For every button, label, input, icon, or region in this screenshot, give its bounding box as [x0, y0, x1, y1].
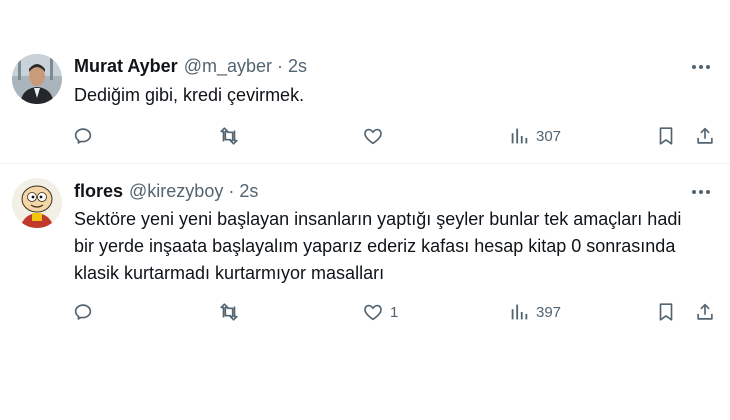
heart-icon	[362, 125, 384, 147]
like-button[interactable]: 1	[362, 300, 398, 324]
author-name[interactable]: Murat Ayber	[74, 56, 178, 77]
tweet-text: Dediğim gibi, kredi çevirmek.	[74, 82, 714, 109]
timestamp[interactable]: 2s	[239, 181, 258, 202]
author-name[interactable]: flores	[74, 181, 123, 202]
avatar[interactable]	[12, 178, 62, 228]
reply-button[interactable]	[72, 300, 100, 324]
views-icon	[508, 125, 530, 147]
reply-button[interactable]	[72, 124, 100, 148]
tweet-text-line: Dediğim gibi, kredi çevirmek.	[74, 85, 305, 105]
bookmark-button[interactable]	[655, 300, 677, 324]
share-button[interactable]	[694, 124, 716, 148]
share-icon	[694, 301, 716, 323]
bookmark-button[interactable]	[655, 124, 677, 148]
tweet-text: Sektöre yeni yeni başlayan insanların ya…	[74, 206, 714, 287]
reply-icon	[72, 125, 94, 147]
retweet-icon	[218, 301, 240, 323]
views-icon	[508, 301, 530, 323]
author-handle[interactable]: @m_ayber	[184, 56, 272, 77]
bookmark-icon	[655, 125, 677, 147]
tweet-text-line: bir yerde inşaata başlayalım yaparız ede…	[74, 236, 676, 256]
avatar[interactable]	[12, 54, 62, 104]
more-options-icon[interactable]	[690, 56, 712, 78]
heart-icon	[362, 301, 384, 323]
retweet-button[interactable]	[218, 300, 246, 324]
tweet[interactable]: flores @kirezyboy · 2s Sektöre yeni yeni…	[0, 164, 730, 340]
author-handle[interactable]: @kirezyboy	[129, 181, 223, 202]
like-button[interactable]	[362, 124, 390, 148]
views-count: 397	[536, 303, 562, 321]
tweet[interactable]: Murat Ayber @m_ayber · 2s Dediğim gibi, …	[0, 40, 730, 163]
share-button[interactable]	[694, 300, 716, 324]
tweet-text-line: klasik kurtarmadı kurtarmıyor masalları	[74, 263, 385, 283]
action-bar: 307	[72, 124, 722, 148]
tweet-text-line: Sektöre yeni yeni başlayan insanların ya…	[74, 209, 682, 229]
separator-dot: ·	[277, 55, 283, 76]
like-count: 1	[390, 303, 399, 321]
views-count: 307	[536, 127, 562, 145]
action-bar: 1 397	[72, 300, 722, 324]
views-button[interactable]: 307	[508, 124, 561, 148]
separator-dot: ·	[228, 180, 235, 201]
share-icon	[694, 125, 716, 147]
views-button[interactable]: 397	[508, 300, 561, 324]
retweet-icon	[218, 125, 240, 147]
timestamp[interactable]: 2s	[288, 56, 307, 77]
reply-icon	[72, 301, 94, 323]
more-options-icon[interactable]	[690, 181, 712, 203]
retweet-button[interactable]	[218, 124, 246, 148]
bookmark-icon	[655, 301, 677, 323]
